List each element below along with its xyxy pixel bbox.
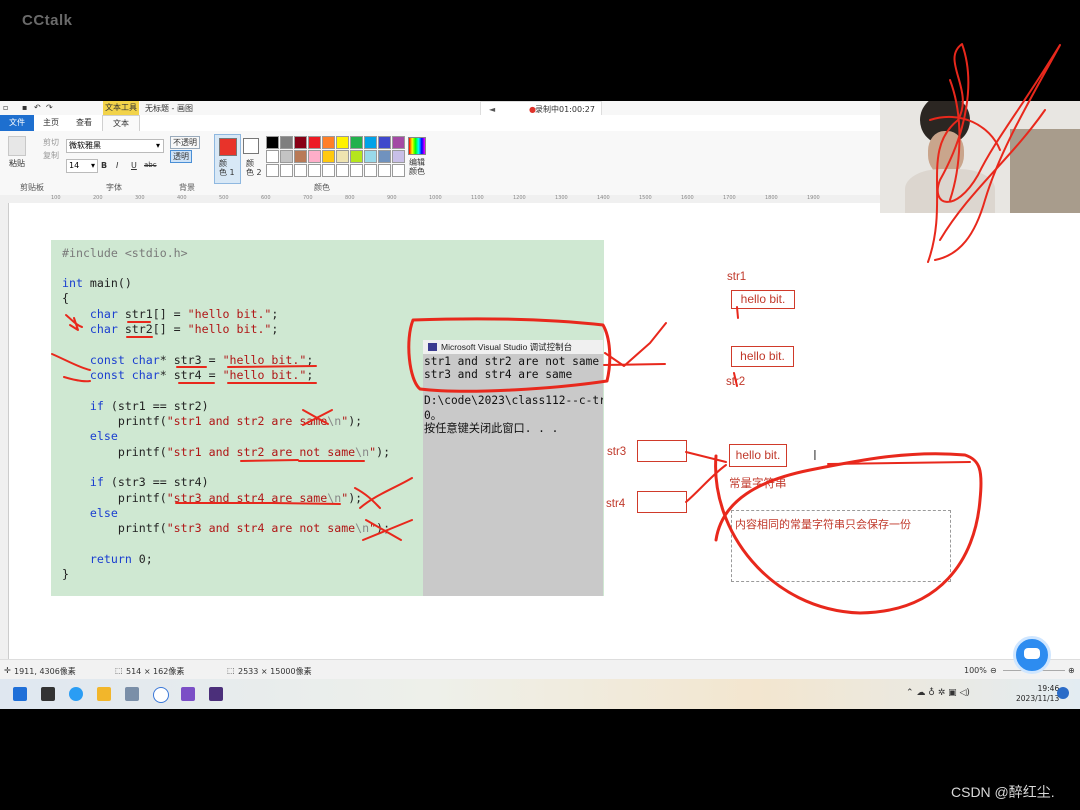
csdn-watermark: CSDN @醉红尘.: [951, 784, 1055, 800]
red-annotations: [51, 43, 1061, 615]
